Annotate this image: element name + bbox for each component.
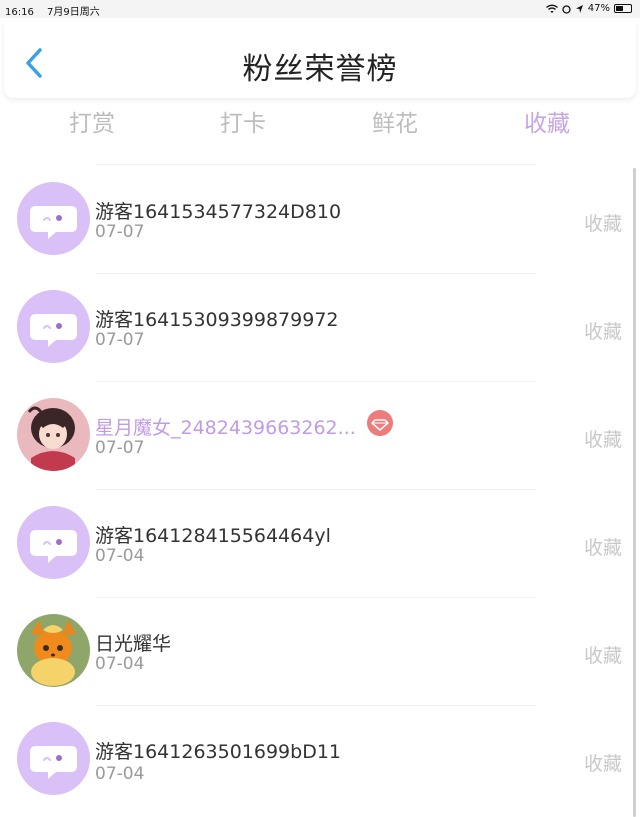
item-type-label: 收藏 — [583, 753, 622, 775]
avatar[interactable] — [17, 398, 90, 471]
tab-reward[interactable]: 打赏 — [47, 104, 137, 138]
status-bar: 16:16 7月9日周六 47% — [0, 0, 640, 18]
user-name: 游客164128415564464yl — [95, 525, 331, 547]
list-item[interactable]: 游客16415309399879972 07-07 收藏 — [0, 274, 640, 382]
avatar[interactable] — [17, 506, 90, 579]
user-name: 游客16415309399879972 — [95, 309, 339, 331]
tab-flowers[interactable]: 鲜花 — [350, 104, 440, 138]
scrollbar[interactable] — [633, 168, 636, 817]
item-date: 07-04 — [95, 546, 145, 566]
item-date: 07-07 — [95, 438, 145, 458]
vip-badge — [367, 410, 393, 436]
list-item[interactable]: 星月魔女_2482439663262... 07-07 收藏 — [0, 382, 640, 490]
header-bar: 粉丝荣誉榜 — [4, 22, 636, 98]
user-name: 游客1641263501699bD11 — [95, 741, 342, 763]
list-item[interactable]: 游客1641534577324D810 07-07 收藏 — [0, 166, 640, 274]
status-date: 7月9日周六 — [47, 7, 100, 18]
tab-favorites[interactable]: 收藏 — [502, 104, 592, 138]
list-item[interactable]: 日光耀华 07-04 收藏 — [0, 598, 640, 706]
tab-checkin[interactable]: 打卡 — [198, 104, 288, 138]
chat-bubble-icon — [30, 314, 77, 347]
tab-bar: 打赏 打卡 鲜花 收藏 — [0, 104, 640, 144]
status-time: 16:16 — [5, 7, 34, 18]
item-type-label: 收藏 — [583, 321, 622, 343]
user-name: 游客1641534577324D810 — [95, 201, 342, 223]
list-item[interactable]: 游客1641263501699bD11 07-04 收藏 — [0, 706, 640, 814]
item-date: 07-04 — [95, 764, 145, 784]
location-icon — [575, 4, 583, 13]
diamond-icon — [371, 419, 389, 431]
user-name: 星月魔女_2482439663262... — [95, 417, 356, 439]
flareon-avatar-icon — [17, 614, 90, 687]
status-right: 47% — [545, 3, 632, 14]
item-type-label: 收藏 — [583, 645, 622, 667]
item-date: 07-07 — [95, 330, 145, 350]
item-type-label: 收藏 — [583, 213, 622, 235]
battery-icon — [614, 4, 632, 13]
status-left: 16:16 7月9日周六 — [5, 3, 110, 18]
chat-bubble-icon — [30, 530, 77, 563]
avatar[interactable] — [17, 722, 90, 795]
item-date: 07-07 — [95, 222, 145, 242]
list-item[interactable]: 游客164128415564464yl 07-04 收藏 — [0, 490, 640, 598]
item-type-label: 收藏 — [583, 537, 622, 559]
list-top-divider — [96, 164, 536, 165]
chat-bubble-icon — [30, 206, 77, 239]
battery-percent: 47% — [587, 3, 610, 14]
avatar[interactable] — [17, 182, 90, 255]
item-date: 07-04 — [95, 654, 145, 674]
anime-girl-avatar-icon — [17, 398, 90, 471]
user-name: 日光耀华 — [95, 633, 172, 655]
page-title: 粉丝荣誉榜 — [242, 52, 398, 87]
item-type-label: 收藏 — [583, 429, 622, 451]
alarm-icon — [562, 4, 571, 14]
wifi-icon — [545, 4, 558, 13]
chat-bubble-icon — [30, 746, 77, 779]
avatar[interactable] — [17, 290, 90, 363]
avatar[interactable] — [17, 614, 90, 687]
